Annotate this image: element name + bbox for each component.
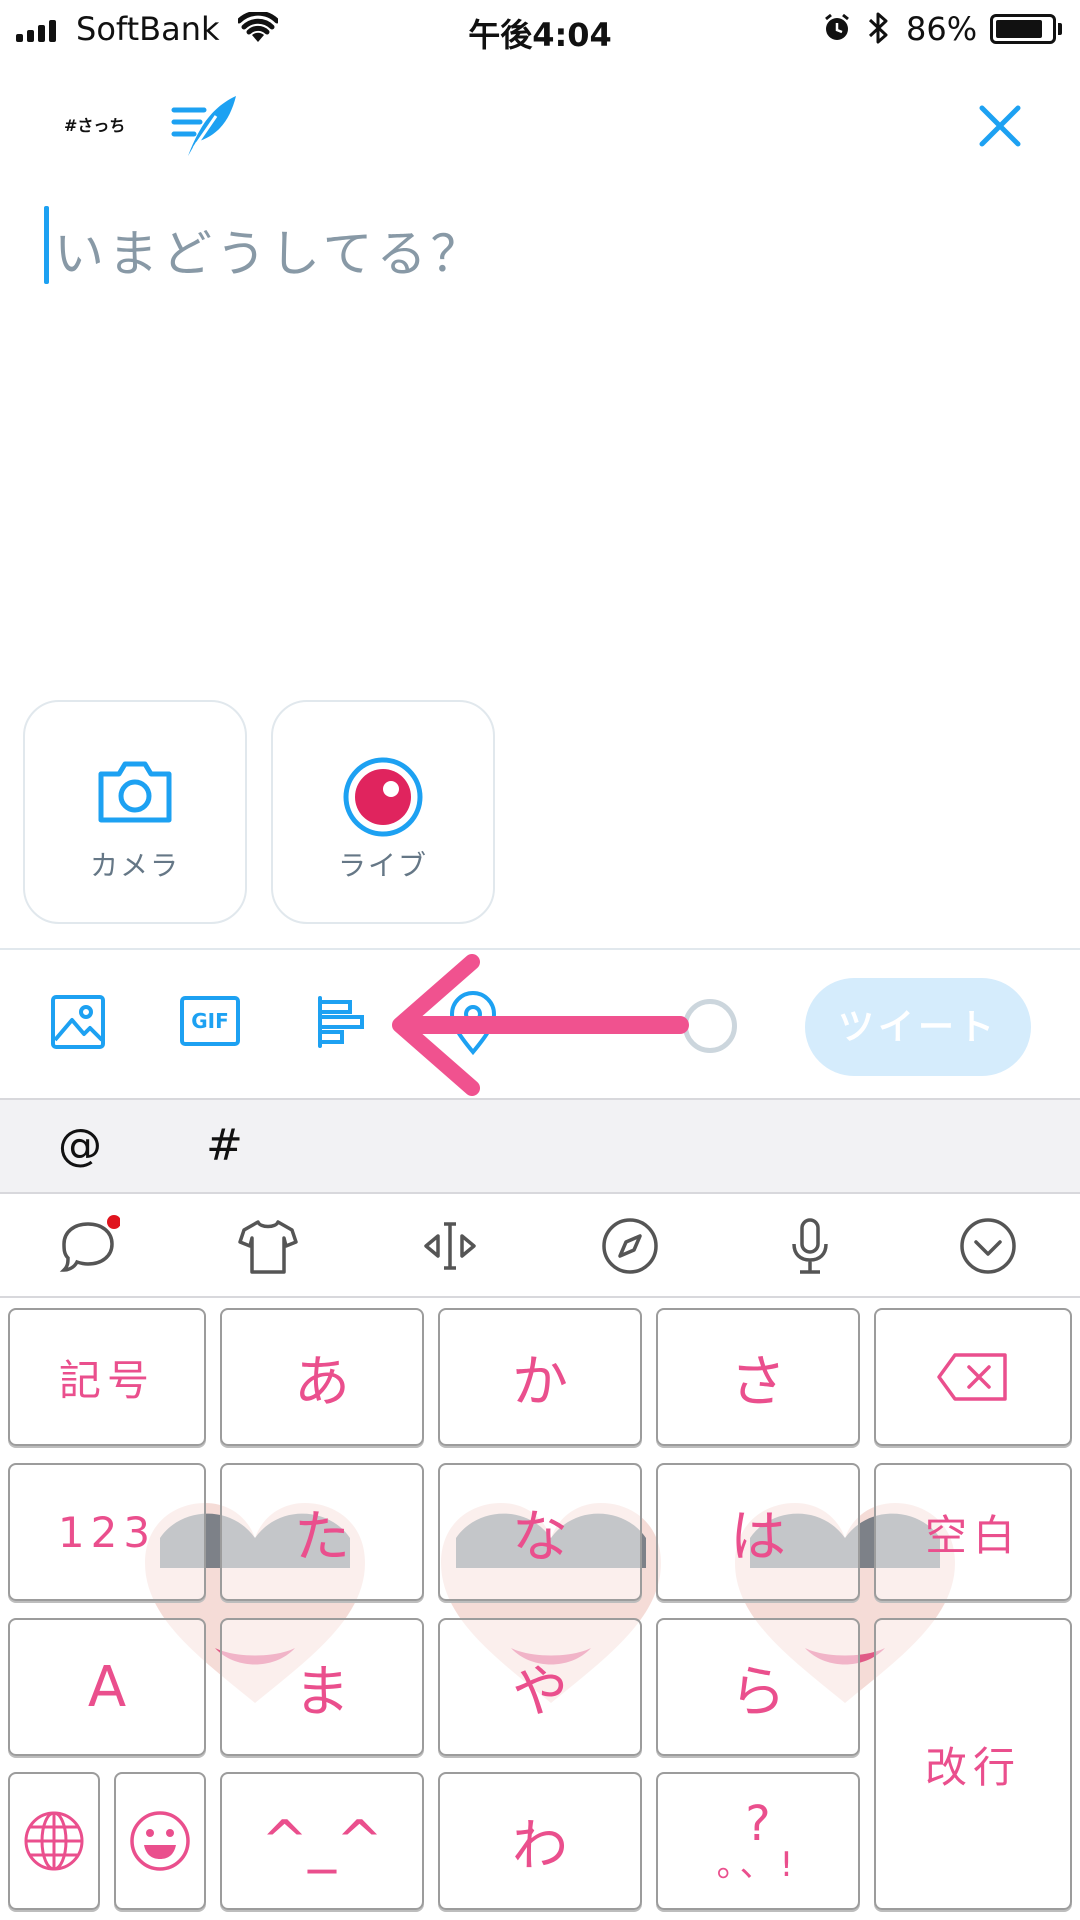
punctuation-marks: 。、! [716, 1845, 800, 1885]
space-key[interactable]: 空白 [874, 1463, 1072, 1601]
account-switcher[interactable]: #さっち [64, 112, 125, 136]
key-ha[interactable]: は [656, 1463, 860, 1601]
microphone-icon[interactable] [778, 1214, 842, 1278]
text-cursor [44, 206, 49, 284]
poll-icon[interactable] [314, 992, 370, 1052]
key-ma[interactable]: ま [220, 1618, 424, 1756]
mention-hashtag-bar: @ # [0, 1098, 1080, 1194]
alarm-icon [825, 13, 849, 40]
tweet-placeholder: いまどうしてる？ [54, 225, 485, 283]
hashtag-key[interactable]: # [206, 1120, 243, 1171]
tshirt-icon[interactable] [236, 1214, 300, 1278]
gif-label: GIF [191, 1009, 229, 1033]
battery-tip [1058, 23, 1062, 35]
gif-button[interactable]: GIF [180, 996, 240, 1046]
quill-icon[interactable] [170, 90, 240, 160]
chat-bubble-icon[interactable] [56, 1214, 120, 1278]
key-a[interactable]: あ [220, 1308, 424, 1446]
tweet-text-input[interactable]: いまどうしてる？ [40, 200, 1040, 290]
globe-key[interactable] [8, 1772, 100, 1910]
compose-header: #さっち [0, 70, 1080, 180]
kaomoji-key[interactable]: ^_^ [220, 1772, 424, 1910]
keyboard-toolbar [0, 1194, 1080, 1298]
mention-key[interactable]: @ [58, 1120, 102, 1171]
key-na[interactable]: な [438, 1463, 642, 1601]
key-ka[interactable]: か [438, 1308, 642, 1446]
return-key[interactable]: 改行 [874, 1618, 1072, 1910]
key-sa[interactable]: さ [656, 1308, 860, 1446]
keyboard: 記号 あ か さ 123 た な は 空白 A ま や ら 改行 ^_^ わ ?… [0, 1298, 1080, 1920]
bluetooth-icon [868, 12, 888, 44]
key-symbols[interactable]: 記号 [8, 1308, 206, 1446]
cursor-move-icon[interactable] [418, 1214, 482, 1278]
pink-arrow-annotation [392, 954, 689, 1096]
chevron-down-icon[interactable] [956, 1214, 1020, 1278]
globe-icon [24, 1811, 84, 1871]
key-wa[interactable]: わ [438, 1772, 642, 1910]
compass-icon[interactable] [598, 1214, 662, 1278]
battery-icon [990, 14, 1056, 44]
close-icon[interactable] [968, 94, 1032, 158]
live-label: ライブ [337, 849, 428, 882]
status-bar: SoftBank 午後4:04 86% [0, 0, 1080, 62]
key-ra[interactable]: ら [656, 1618, 860, 1756]
battery-percent: 86% [906, 10, 978, 48]
backspace-icon [937, 1353, 1007, 1401]
periscope-icon [273, 756, 493, 838]
emoji-key[interactable] [114, 1772, 206, 1910]
live-button[interactable]: ライブ [271, 700, 495, 924]
camera-icon [25, 756, 245, 826]
key-ta[interactable]: た [220, 1463, 424, 1601]
key-ya[interactable]: や [438, 1618, 642, 1756]
punctuation-key[interactable]: ? 。、! [656, 1772, 860, 1910]
tweet-button[interactable]: ツイート [805, 978, 1031, 1076]
camera-button[interactable]: カメラ [23, 700, 247, 924]
camera-label: カメラ [89, 849, 180, 882]
battery-level-fill [996, 20, 1043, 38]
compose-toolbar: GIF ツイート [0, 948, 1080, 1098]
key-alphabet[interactable]: A [8, 1618, 206, 1756]
backspace-key[interactable] [874, 1308, 1072, 1446]
punctuation-question: ? [745, 1796, 771, 1852]
key-numbers[interactable]: 123 [8, 1463, 206, 1601]
image-icon[interactable] [50, 992, 106, 1052]
smiley-icon [130, 1811, 190, 1871]
